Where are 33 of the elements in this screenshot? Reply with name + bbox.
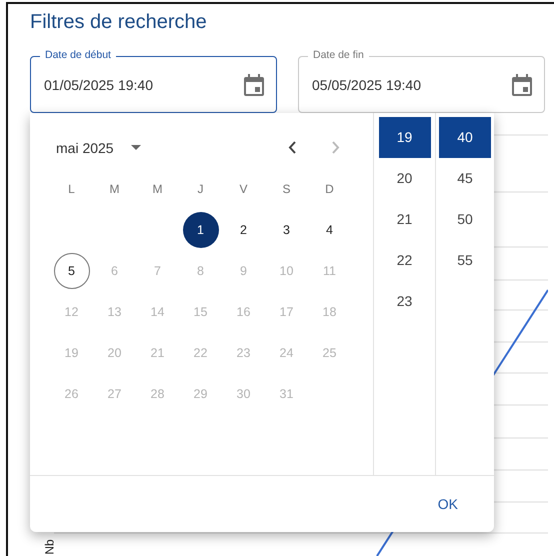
weekday-label: V bbox=[238, 181, 248, 198]
hour-option[interactable]: 20 bbox=[378, 158, 430, 199]
weekday-label: D bbox=[324, 181, 335, 198]
caret-icon[interactable] bbox=[130, 145, 141, 150]
calendar-day[interactable]: 4 bbox=[312, 212, 348, 248]
previous-month-icon[interactable] bbox=[288, 141, 296, 154]
date-field[interactable]: Date de début 01/05/2025 19:40 bbox=[30, 48, 277, 113]
minute-option[interactable]: 45 bbox=[439, 158, 491, 199]
weekday-label: L bbox=[67, 181, 76, 198]
hour-option[interactable]: 22 bbox=[378, 240, 430, 281]
weekday-label: M bbox=[152, 181, 164, 198]
axis-label: Nb bbox=[42, 539, 57, 555]
hour-option[interactable]: 21 bbox=[378, 199, 430, 240]
calendar-day[interactable]: 2 bbox=[226, 212, 262, 248]
calendar-day[interactable]: 5 bbox=[54, 252, 90, 288]
calendar-icon[interactable] bbox=[512, 74, 532, 96]
ok-button[interactable]: OK bbox=[430, 490, 466, 518]
minute-option[interactable]: 40 bbox=[439, 117, 491, 158]
hour-option[interactable]: 19 bbox=[378, 117, 430, 158]
hour-option[interactable]: 23 bbox=[378, 281, 430, 322]
date-field[interactable]: Date de fin 05/05/2025 19:40 bbox=[298, 48, 545, 113]
weekday-label: M bbox=[108, 181, 120, 198]
minute-option[interactable]: 55 bbox=[439, 240, 491, 281]
field-value: 05/05/2025 19:40 bbox=[312, 76, 422, 92]
weekday-label: J bbox=[196, 181, 204, 198]
calendar-icon[interactable] bbox=[244, 74, 264, 96]
calendar-day[interactable]: 1 bbox=[182, 212, 218, 248]
minute-option[interactable]: 50 bbox=[439, 199, 491, 240]
weekday-label: S bbox=[281, 181, 292, 198]
field-value: 01/05/2025 19:40 bbox=[44, 76, 154, 92]
calendar-day[interactable]: 3 bbox=[268, 212, 304, 248]
month-year-selector[interactable]: mai 2025 bbox=[56, 140, 114, 156]
page-title: Filtres de recherche bbox=[30, 10, 208, 35]
